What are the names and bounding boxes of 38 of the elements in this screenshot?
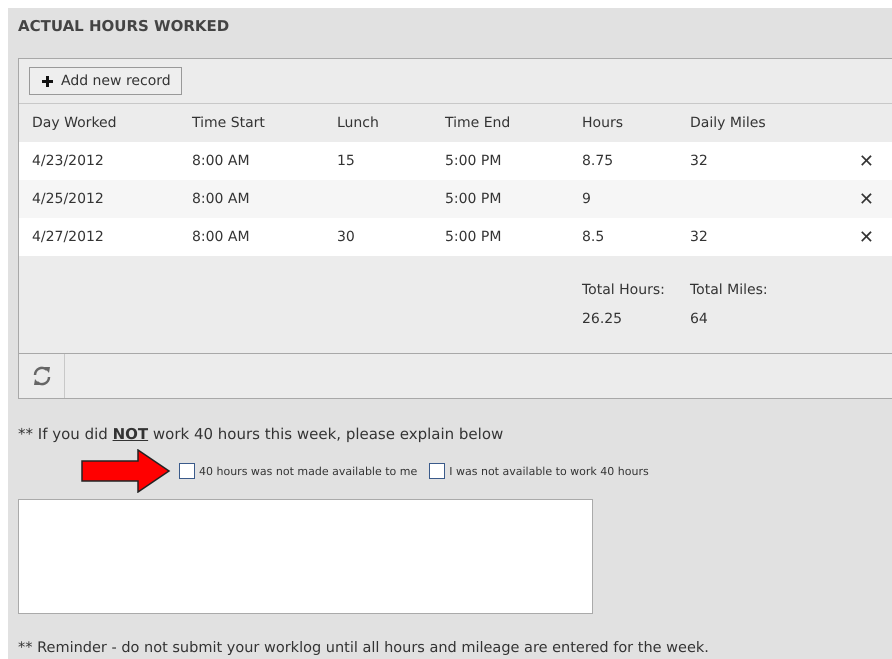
reminder-text: ** Reminder - do not submit your worklog until all hours and mileage are entered for the week. [18,640,710,656]
delete-button[interactable]: ✕ [858,226,874,248]
arrow-icon [81,449,171,493]
table-cell-text: 4/23/2012 [32,153,105,169]
table-cell-text: 15 [337,153,356,169]
table-cell-text: 5:00 PM [445,191,502,207]
table-cell-text: 8:00 AM [192,153,251,169]
table-cell-text: 8:00 AM [192,191,251,207]
table-cell-text: 8.5 [582,229,606,245]
table-cell-text: 30 [337,229,356,245]
section-title: ACTUAL HOURS WORKED [18,16,230,37]
column-header[interactable]: Hours [582,115,690,131]
table-cell-text: 8.75 [582,153,614,169]
column-header[interactable]: Time End [445,115,582,131]
total-hours: Total Hours: 26.25 [582,280,666,328]
column-header[interactable]: Day Worked [32,115,192,131]
add-record-button[interactable]: Add new record [29,67,182,95]
table-cell-text: 4/27/2012 [32,229,105,245]
checkbox[interactable] [429,463,446,479]
checkbox-label: 40 hours was not made available to me [199,464,418,478]
instruction-text: ** If you did NOT work 40 hours this week, please explain below [18,425,504,443]
table-cell-text: 5:00 PM [445,153,502,169]
checkbox[interactable] [179,463,195,479]
table-cell-text: 8:00 AM [192,229,251,245]
column-header[interactable]: Daily Miles [690,115,840,131]
table-cell-text: 5:00 PM [445,229,502,245]
column-header[interactable]: Time Start [192,115,337,131]
column-header[interactable]: Lunch [337,115,445,131]
table-cell-text: 32 [690,229,709,245]
delete-button[interactable]: ✕ [858,150,874,172]
table-cell-text: 32 [690,153,709,169]
table-cell-text: 4/25/2012 [32,191,105,207]
table-cell-text: 9 [582,191,592,207]
plus-icon [42,76,53,86]
total-miles: Total Miles: 64 [690,280,769,328]
checkbox-label: I was not available to work 40 hours [449,464,649,478]
explanation-field[interactable] [18,499,593,614]
delete-button[interactable]: ✕ [858,188,874,210]
